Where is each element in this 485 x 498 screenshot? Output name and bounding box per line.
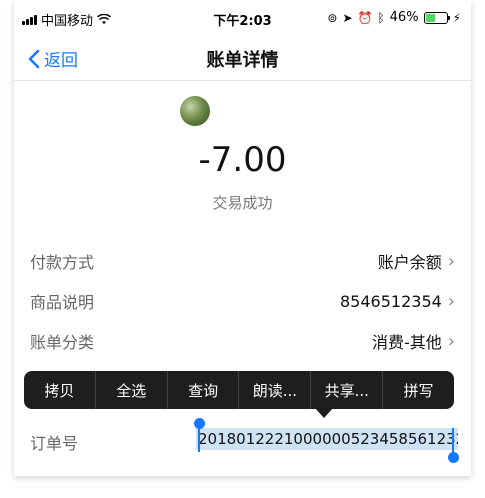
transaction-status: 交易成功: [212, 194, 273, 212]
merchant-avatar: [180, 96, 210, 126]
detail-row-product-description[interactable]: 商品说明 8546512354 ›: [30, 281, 455, 321]
menu-item-lookup[interactable]: 查询: [168, 371, 240, 409]
status-right: ⊚ ➤ ⏰ ᛒ 46% ⚡: [327, 10, 461, 25]
detail-row-bill-category[interactable]: 账单分类 消费-其他 ›: [30, 321, 455, 361]
detail-value-text: 消费-其他: [372, 333, 442, 352]
detail-value-text: 8546512354: [340, 291, 442, 311]
detail-value: 账户余额 ›: [378, 249, 455, 273]
location-icon: ➤: [342, 10, 353, 25]
chevron-right-icon: ›: [447, 250, 455, 272]
detail-label: 商品说明: [30, 293, 95, 312]
detail-label: 账单分类: [30, 333, 95, 352]
selection-start-bar: [198, 426, 200, 452]
status-bar: 中国移动 下午2:03 ⊚ ➤ ⏰ ᛒ 46% ⚡: [14, 0, 471, 36]
text-context-menu: 拷贝 全选 查询 朗读... 共享... 拼写: [24, 371, 454, 409]
selection-end-handle[interactable]: [448, 452, 459, 463]
detail-value: 8546512354 ›: [340, 291, 455, 312]
selection-start-handle[interactable]: [194, 418, 205, 429]
context-menu-pointer: [315, 408, 333, 418]
menu-item-speak[interactable]: 朗读...: [239, 371, 312, 409]
alarm-icon: ⏰: [357, 10, 373, 25]
page-title: 账单详情: [206, 50, 279, 71]
phone-screen: 中国移动 下午2:03 ⊚ ➤ ⏰ ᛒ 46% ⚡ 返回 账单详情 -7.00 …: [14, 0, 471, 476]
order-number-value[interactable]: 2018012221000000523458561232: [196, 428, 458, 450]
navigation-bar: 返回 账单详情: [14, 36, 471, 81]
detail-label: 付款方式: [30, 253, 95, 272]
detail-value: 消费-其他 ›: [372, 329, 455, 353]
battery-fill: [425, 13, 435, 22]
chevron-right-icon: ›: [447, 330, 455, 352]
detail-row-payment-method[interactable]: 付款方式 账户余额 ›: [30, 241, 455, 281]
detail-value-text: 账户余额: [377, 253, 442, 272]
menu-item-copy[interactable]: 拷贝: [24, 371, 96, 409]
orientation-lock-icon: ⊚: [327, 10, 338, 25]
menu-item-select-all[interactable]: 全选: [96, 371, 168, 409]
selection-end-bar: [452, 428, 454, 454]
menu-item-spelling[interactable]: 拼写: [383, 371, 454, 409]
battery-percent: 46%: [389, 10, 419, 25]
order-number-label: 订单号: [30, 434, 79, 453]
bluetooth-icon: ᛒ: [377, 10, 385, 25]
transaction-amount: -7.00: [198, 140, 287, 180]
chevron-right-icon: ›: [447, 290, 455, 312]
charging-icon: ⚡: [452, 10, 461, 25]
menu-item-share[interactable]: 共享...: [311, 371, 384, 409]
battery-icon: [423, 11, 450, 24]
